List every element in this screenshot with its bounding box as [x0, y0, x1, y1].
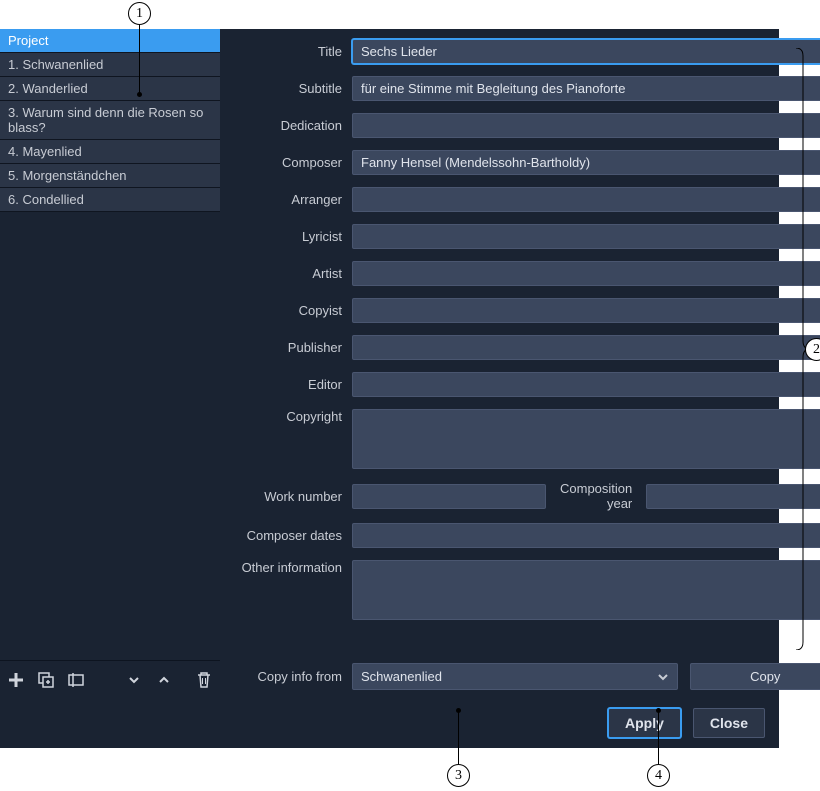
sidebar-item-flow-1[interactable]: 1. Schwanenlied [0, 53, 220, 77]
copy-from-select[interactable]: Schwanenlied [352, 663, 678, 690]
copyright-input[interactable] [352, 409, 820, 469]
sidebar-toolbar [0, 660, 220, 698]
apply-button[interactable]: Apply [608, 708, 681, 738]
callout-line-1 [139, 25, 140, 93]
copyist-label: Copyist [232, 303, 352, 318]
lyricist-input[interactable] [352, 224, 820, 249]
sidebar-list: Project 1. Schwanenlied 2. Wanderlied 3.… [0, 29, 220, 660]
callout-dot-1 [137, 92, 142, 97]
sidebar-item-flow-5[interactable]: 5. Morgenständchen [0, 164, 220, 188]
copy-from-label: Copy info from [232, 669, 352, 684]
copyright-label: Copyright [232, 409, 352, 424]
callout-4: 4 [647, 764, 670, 787]
project-info-panel: Project 1. Schwanenlied 2. Wanderlied 3.… [0, 29, 779, 748]
form-area: Title Subtitle Dedication Composer Arran… [220, 29, 820, 659]
main-area: Project 1. Schwanenlied 2. Wanderlied 3.… [0, 29, 779, 698]
callout-line-4 [658, 712, 659, 764]
trash-icon[interactable] [194, 670, 214, 690]
subtitle-input[interactable] [352, 76, 820, 101]
callout-3: 3 [447, 764, 470, 787]
arranger-input[interactable] [352, 187, 820, 212]
copyist-input[interactable] [352, 298, 820, 323]
add-icon[interactable] [6, 670, 26, 690]
move-up-icon[interactable] [154, 670, 174, 690]
callout-1: 1 [128, 2, 151, 25]
chevron-down-icon [657, 671, 669, 683]
sidebar-item-project[interactable]: Project [0, 29, 220, 53]
lyricist-label: Lyricist [232, 229, 352, 244]
sidebar-item-flow-6[interactable]: 6. Condellied [0, 188, 220, 212]
close-button[interactable]: Close [693, 708, 765, 738]
title-input[interactable] [352, 39, 820, 64]
publisher-input[interactable] [352, 335, 820, 360]
artist-input[interactable] [352, 261, 820, 286]
dedication-input[interactable] [352, 113, 820, 138]
duplicate-icon[interactable] [36, 670, 56, 690]
compyear-input[interactable] [646, 484, 820, 509]
editor-input[interactable] [352, 372, 820, 397]
sidebar: Project 1. Schwanenlied 2. Wanderlied 3.… [0, 29, 220, 698]
compyear-label: Composition year [554, 481, 638, 511]
copy-from-selected: Schwanenlied [361, 669, 442, 684]
composer-input[interactable] [352, 150, 820, 175]
arranger-label: Arranger [232, 192, 352, 207]
move-down-icon[interactable] [124, 670, 144, 690]
copy-button[interactable]: Copy [690, 663, 820, 690]
otherinfo-input[interactable] [352, 560, 820, 620]
compdates-label: Composer dates [232, 528, 352, 543]
copy-row: Copy info from Schwanenlied Copy [220, 659, 820, 698]
callout-line-3 [458, 712, 459, 764]
worknumber-label: Work number [232, 489, 352, 504]
editor-label: Editor [232, 377, 352, 392]
subtitle-label: Subtitle [232, 81, 352, 96]
title-label: Title [232, 44, 352, 59]
bottom-bar: Apply Close [0, 698, 779, 748]
dedication-label: Dedication [232, 118, 352, 133]
otherinfo-label: Other information [232, 560, 352, 575]
callout-dot-3 [456, 708, 461, 713]
worknumber-input[interactable] [352, 484, 546, 509]
sidebar-item-flow-3[interactable]: 3. Warum sind denn die Rosen so blass? [0, 101, 220, 140]
sidebar-item-flow-4[interactable]: 4. Mayenlied [0, 140, 220, 164]
rename-icon[interactable] [66, 670, 86, 690]
sidebar-item-flow-2[interactable]: 2. Wanderlied [0, 77, 220, 101]
callout-dot-4 [656, 708, 661, 713]
publisher-label: Publisher [232, 340, 352, 355]
artist-label: Artist [232, 266, 352, 281]
compdates-input[interactable] [352, 523, 820, 548]
composer-label: Composer [232, 155, 352, 170]
